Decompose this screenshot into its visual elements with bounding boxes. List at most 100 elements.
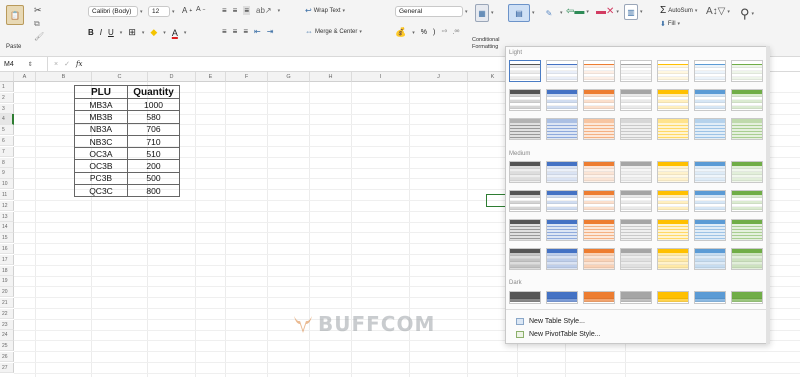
table-style-thumbnail[interactable] [546, 118, 578, 140]
format-as-table-button[interactable]: ▤ ▾ [508, 4, 535, 22]
table-style-thumbnail[interactable] [583, 219, 615, 241]
row-header[interactable]: 13 [0, 211, 14, 222]
table-style-thumbnail[interactable] [583, 118, 615, 140]
table-style-thumbnail[interactable] [657, 89, 689, 111]
find-select-button[interactable]: ⚲ ▾ [740, 6, 754, 22]
font-name-select[interactable]: Calibri (Body) ▾ [88, 6, 143, 17]
row-header[interactable]: 5 [0, 125, 14, 136]
plu-cell[interactable]: QC3C [74, 184, 128, 198]
format-cells-button[interactable]: ▥ ▾ [624, 4, 643, 20]
percent-button[interactable]: % [421, 29, 427, 36]
plu-cell[interactable]: NB3C [74, 134, 128, 149]
row-header[interactable]: 21 [0, 298, 14, 309]
table-style-thumbnail[interactable] [731, 190, 763, 212]
row-header[interactable]: 23 [0, 319, 14, 330]
align-center-icon[interactable]: ≡ [233, 27, 238, 36]
row-header[interactable]: 17 [0, 254, 14, 266]
font-size-select[interactable]: 12 ▾ [148, 6, 175, 17]
header-cell-quantity[interactable]: Quantity [127, 85, 180, 99]
plu-cell[interactable]: OC3A [74, 147, 128, 161]
row-header[interactable]: 19 [0, 276, 14, 287]
table-style-thumbnail[interactable] [509, 219, 541, 241]
quantity-cell[interactable]: 706 [127, 122, 180, 136]
bold-button[interactable]: B [88, 28, 94, 37]
paste-button[interactable]: 📋 [6, 5, 24, 25]
fill-button[interactable]: ⬇ Fill ▾ [660, 20, 680, 28]
merge-center-button[interactable]: ⇔ Merge & Center ▾ [305, 27, 362, 36]
shrink-font-button[interactable]: A − [196, 6, 206, 13]
quantity-cell[interactable]: 1000 [127, 97, 180, 112]
table-style-thumbnail[interactable] [546, 248, 578, 270]
increase-indent-icon[interactable]: ⇥ [267, 27, 274, 36]
table-style-thumbnail[interactable] [694, 190, 726, 212]
table-style-thumbnail[interactable] [731, 161, 763, 183]
align-left-icon[interactable]: ≡ [222, 27, 227, 36]
table-style-thumbnail[interactable] [509, 89, 541, 111]
enter-button[interactable]: ✓ [64, 60, 70, 68]
table-style-thumbnail[interactable] [546, 219, 578, 241]
table-style-thumbnail[interactable] [657, 118, 689, 140]
decrease-decimal-icon[interactable]: .⁰⁰ [453, 29, 459, 36]
plu-cell[interactable]: PC3B [74, 171, 128, 186]
table-style-thumbnail[interactable] [583, 89, 615, 111]
column-header-h[interactable]: H [310, 72, 352, 82]
row-header[interactable]: 15 [0, 233, 14, 244]
conditional-formatting-button[interactable]: ▦ ▾ [475, 4, 494, 22]
table-style-thumbnail[interactable] [694, 248, 726, 270]
align-top-icon[interactable]: ≡ [222, 6, 227, 15]
table-style-thumbnail[interactable] [620, 118, 652, 140]
table-style-thumbnail[interactable] [731, 248, 763, 270]
plu-cell[interactable]: OC3B [74, 159, 128, 173]
table-style-thumbnail[interactable] [583, 291, 615, 304]
font-color-icon[interactable]: A [172, 28, 178, 38]
table-style-thumbnail[interactable] [731, 60, 763, 82]
row-header[interactable]: 25 [0, 341, 14, 352]
table-style-thumbnail[interactable] [620, 190, 652, 212]
italic-button[interactable]: I [100, 28, 102, 37]
autosum-button[interactable]: Σ AutoSum ▾ [660, 5, 697, 16]
gallery-scrollbar[interactable] [766, 46, 770, 344]
wrap-text-button[interactable]: ↩ Wrap Text ▾ [305, 6, 345, 15]
table-style-thumbnail[interactable] [509, 291, 541, 304]
grow-font-button[interactable]: A + [182, 6, 192, 15]
table-style-thumbnail[interactable] [546, 60, 578, 82]
table-style-thumbnail[interactable] [509, 248, 541, 270]
row-header[interactable]: 20 [0, 287, 14, 298]
cancel-button[interactable]: × [54, 61, 58, 68]
row-header[interactable]: 9 [0, 168, 14, 179]
select-all-corner[interactable] [0, 72, 14, 82]
column-header-c[interactable]: C [92, 72, 148, 82]
column-header-g[interactable]: G [268, 72, 310, 82]
table-style-thumbnail[interactable] [657, 161, 689, 183]
table-style-thumbnail[interactable] [620, 161, 652, 183]
new-table-style-item[interactable]: New Table Style... [516, 318, 585, 325]
table-style-thumbnail[interactable] [731, 89, 763, 111]
table-style-thumbnail[interactable] [583, 60, 615, 82]
row-header[interactable]: 4 [0, 114, 14, 125]
column-header-i[interactable]: I [352, 72, 410, 82]
align-right-icon[interactable]: ≡ [243, 27, 248, 36]
column-header-b[interactable]: B [36, 72, 92, 82]
table-style-thumbnail[interactable] [620, 89, 652, 111]
quantity-cell[interactable]: 500 [127, 171, 180, 186]
table-style-thumbnail[interactable] [509, 190, 541, 212]
table-style-thumbnail[interactable] [583, 248, 615, 270]
row-header[interactable]: 24 [0, 330, 14, 341]
table-style-thumbnail[interactable] [657, 219, 689, 241]
table-style-thumbnail[interactable] [657, 291, 689, 304]
name-box-dropdown-icon[interactable]: ⇕ [28, 61, 33, 68]
table-style-thumbnail[interactable] [694, 161, 726, 183]
orientation-icon[interactable]: ab↗ [256, 6, 272, 15]
insert-function-button[interactable]: fx [76, 60, 83, 68]
new-pivot-style-item[interactable]: New PivotTable Style... [516, 331, 601, 338]
table-style-thumbnail[interactable] [620, 248, 652, 270]
table-style-thumbnail[interactable] [620, 60, 652, 82]
table-style-thumbnail[interactable] [731, 219, 763, 241]
delete-cells-button[interactable]: ▬✕ ▾ [596, 6, 619, 17]
table-style-thumbnail[interactable] [583, 190, 615, 212]
quantity-cell[interactable]: 200 [127, 159, 180, 173]
column-header-f[interactable]: F [226, 72, 268, 82]
quantity-cell[interactable]: 510 [127, 147, 180, 161]
row-header[interactable]: 8 [0, 157, 14, 168]
table-style-thumbnail[interactable] [546, 291, 578, 304]
